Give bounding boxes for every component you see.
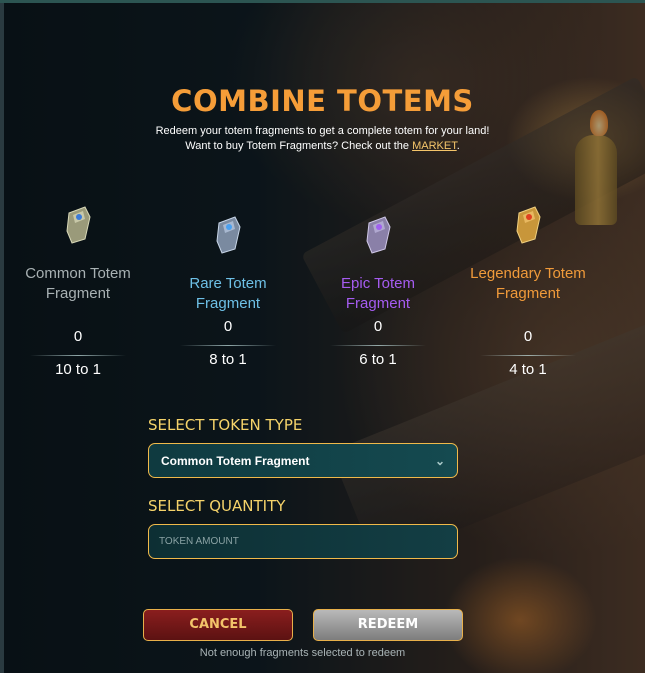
fragment-count-epic: 0 <box>373 318 383 335</box>
fragment-name-legendary: Legendary Totem Fragment <box>470 265 586 302</box>
epic-fragment-icon <box>366 216 391 254</box>
legendary-fragment-icon <box>516 206 541 244</box>
subtitle-line2: Want to buy Totem Fragments? Check out t… <box>0 140 645 152</box>
rare-fragment-icon <box>216 216 241 254</box>
subtitle-line1: Redeem your totem fragments to get a com… <box>155 125 490 137</box>
token-type-value: Common Totem Fragment <box>161 453 310 468</box>
fragment-count-legendary: 0 <box>523 328 533 345</box>
common-fragment-icon <box>66 206 91 244</box>
fragment-count-rare: 0 <box>223 318 233 335</box>
market-link[interactable]: MARKET <box>412 140 457 152</box>
chevron-down-icon: ⌄ <box>434 453 445 468</box>
fragment-count-common: 0 <box>73 328 83 345</box>
token-type-select[interactable]: Common Totem Fragment ⌄ <box>148 443 458 478</box>
token-type-label: SELECT TOKEN TYPE <box>148 416 303 434</box>
fragment-name-rare: Rare Totem Fragment <box>189 275 267 312</box>
combine-totems-modal: COMBINE TOTEMS Redeem your totem fragmen… <box>0 0 645 673</box>
fragment-divider <box>330 345 426 346</box>
token-amount-input[interactable] <box>148 524 458 559</box>
fragment-name-epic: Epic Totem Fragment <box>341 275 415 312</box>
redeem-button[interactable]: REDEEM <box>313 609 463 641</box>
cancel-button[interactable]: CANCEL <box>143 609 293 641</box>
quantity-label: SELECT QUANTITY <box>148 497 286 515</box>
fragment-ratio-rare: 8 to 1 <box>209 351 247 368</box>
status-note: Not enough fragments selected to redeem <box>199 647 406 659</box>
fragment-divider <box>180 345 276 346</box>
fragment-ratio-epic: 6 to 1 <box>359 351 397 368</box>
page-title: COMBINE TOTEMS <box>171 84 474 118</box>
fragment-divider <box>480 355 576 356</box>
fragment-name-common: Common Totem Fragment <box>25 265 131 302</box>
subtitle-line2-end: . <box>456 140 460 152</box>
fragment-divider <box>30 355 126 356</box>
subtitle-line2-text: Want to buy Totem Fragments? Check out t… <box>185 140 413 152</box>
fragment-ratio-common: 10 to 1 <box>55 361 101 378</box>
fragment-ratio-legendary: 4 to 1 <box>509 361 547 378</box>
